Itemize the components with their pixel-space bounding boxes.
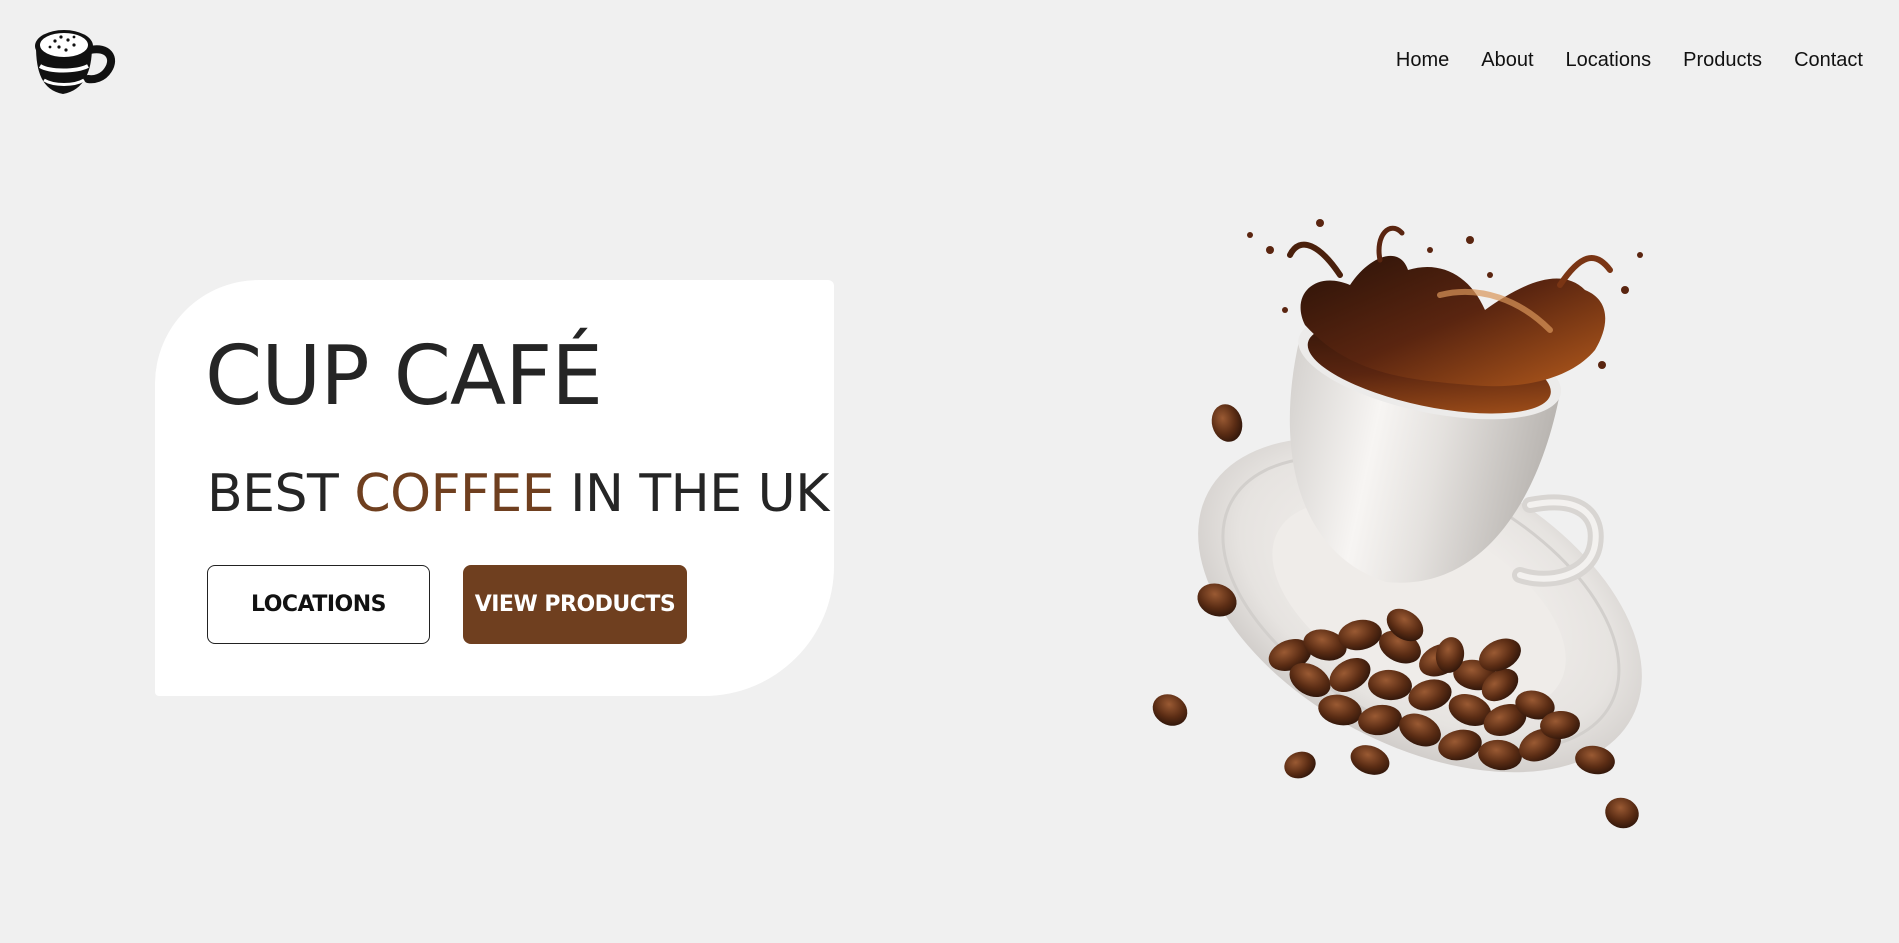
nav-link-locations[interactable]: Locations: [1566, 48, 1652, 72]
hero-card: CUP CAFÉ BEST COFFEE IN THE UK LOCATIONS…: [155, 280, 834, 696]
tagline-accent: COFFEE: [354, 464, 555, 524]
hero-title: CUP CAFÉ: [205, 329, 603, 424]
nav-link-home[interactable]: Home: [1396, 48, 1449, 72]
nav-link-products[interactable]: Products: [1683, 48, 1762, 72]
nav-link-contact[interactable]: Contact: [1794, 48, 1863, 72]
coffee-cup-logo-icon[interactable]: [30, 24, 116, 98]
nav-link-about[interactable]: About: [1481, 48, 1533, 72]
main-nav: Home About Locations Products Contact: [1364, 48, 1863, 72]
locations-button[interactable]: LOCATIONS: [207, 565, 430, 644]
tagline-prefix: BEST: [207, 464, 355, 524]
hero-tagline: BEST COFFEE IN THE UK: [207, 464, 829, 524]
site-header: Home About Locations Products Contact: [0, 0, 1899, 120]
view-products-button[interactable]: VIEW PRODUCTS: [463, 565, 687, 644]
coffee-splash-illustration: [1140, 215, 1700, 835]
tagline-suffix: IN THE UK: [554, 464, 829, 524]
